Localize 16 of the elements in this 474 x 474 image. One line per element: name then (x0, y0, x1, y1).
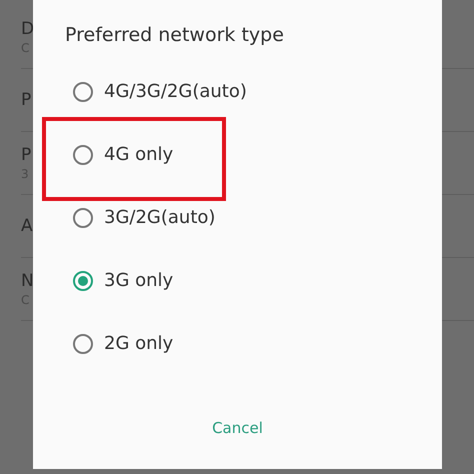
radio-button[interactable] (73, 208, 93, 228)
radio-button[interactable] (73, 334, 93, 354)
setting-title: P (21, 145, 32, 165)
radio-button[interactable] (73, 270, 93, 290)
setting-title: D (21, 19, 34, 39)
radio-option[interactable]: 3G only (33, 249, 442, 312)
radio-option[interactable]: 3G/2G(auto) (33, 186, 442, 249)
setting-title: A (21, 216, 33, 236)
radio-option[interactable]: 4G only (33, 123, 442, 186)
setting-title: P (21, 90, 32, 110)
dialog-title: Preferred network type (64, 23, 285, 46)
radio-option[interactable]: 2G only (33, 312, 442, 375)
setting-title: N (21, 271, 34, 291)
radio-button[interactable] (73, 144, 93, 164)
radio-button[interactable] (73, 82, 93, 102)
radio-option[interactable]: 4G/3G/2G(auto) (33, 60, 442, 123)
